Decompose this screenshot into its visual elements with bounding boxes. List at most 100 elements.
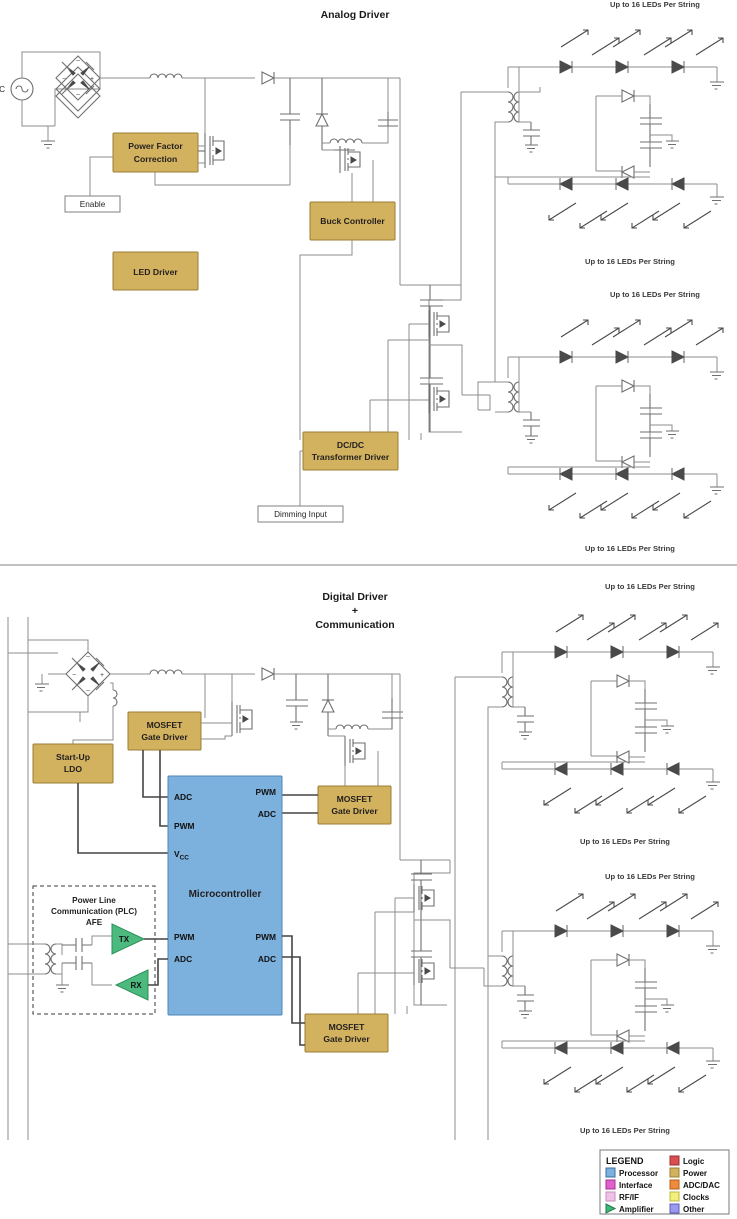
plc-tx-amplifier[interactable]: TX <box>111 923 146 955</box>
pfc-label-line2: Correction <box>134 154 177 164</box>
buck-diode <box>315 78 329 150</box>
led-string-a2-top <box>559 350 724 380</box>
hb-mosfet-low-digital <box>413 920 447 1006</box>
led-driver-block[interactable]: LED Driver <box>112 251 199 291</box>
analog-driver-section: Analog Driver AC ~ ~ <box>0 0 724 553</box>
legend-swatch-adcdac <box>669 1179 680 1190</box>
led-driver-label: LED Driver <box>133 267 178 277</box>
mcu-pin-right-adc-1: ADC <box>258 809 276 819</box>
hb-mosfet-low <box>428 345 462 433</box>
analog-driver-title: Analog Driver <box>321 9 390 21</box>
led-caption-d2-top: Up to 16 LEDs Per String <box>605 872 695 881</box>
led-output-stage-d1: Up to 16 LEDs Per String Up to 16 LEDs P… <box>454 582 720 1140</box>
gd2-label-line2: Gate Driver <box>331 806 378 816</box>
light-rays-d2-bottom <box>543 1066 707 1093</box>
legend-swatch-rfif <box>605 1191 616 1202</box>
led-caption-d2-bottom: Up to 16 LEDs Per String <box>580 1126 670 1135</box>
gd2-label-line1: MOSFET <box>337 794 374 804</box>
plc-title-1: Power Line <box>72 896 116 905</box>
legend-label-clocks: Clocks <box>683 1193 710 1202</box>
led-string-a1-top <box>559 60 724 90</box>
led-caption-a2-top: Up to 16 LEDs Per String <box>610 290 700 299</box>
legend-label-adcdac: ADC/DAC <box>683 1181 720 1190</box>
led-caption-a1-bottom: Up to 16 LEDs Per String <box>585 257 675 266</box>
schematic-page: Analog Driver AC ~ ~ <box>0 0 737 1219</box>
svg-text:~: ~ <box>86 654 90 661</box>
ldo-label-line1: Start-Up <box>56 752 90 762</box>
legend-label-processor: Processor <box>619 1169 658 1178</box>
buck-inductor <box>329 138 363 144</box>
plc-title-2: Communication (PLC) <box>51 907 137 916</box>
svg-text:~: ~ <box>86 688 90 695</box>
mcu-label: Microcontroller <box>189 889 262 900</box>
led-string-a2-bottom <box>558 467 724 495</box>
hb-mosfet-high-digital <box>413 860 451 920</box>
bulk-capacitor-digital <box>286 674 308 730</box>
light-rays-d1-top <box>555 614 719 641</box>
mosfet-gate-driver-2-block[interactable]: MOSFET Gate Driver <box>317 785 392 825</box>
legend-swatch-other <box>669 1203 680 1214</box>
led-output-stage-a2: Up to 16 LEDs Per String Up to 16 LEDs P… <box>477 290 724 553</box>
led-string-a1-bottom <box>558 177 724 205</box>
dimming-input-label: Dimming Input <box>274 510 328 519</box>
pfc-inductor-digital <box>149 669 183 675</box>
microcontroller-block[interactable]: Microcontroller ADC PWM VCC PWM ADC PWM … <box>167 775 283 1016</box>
pfc-output-diode <box>261 71 276 85</box>
legend-swatch-power <box>669 1167 680 1178</box>
svg-text:+: + <box>90 76 94 83</box>
plc-title-3: AFE <box>86 918 103 927</box>
light-rays-a2-top <box>560 319 724 346</box>
svg-text:−: − <box>62 76 66 83</box>
power-factor-correction-block[interactable]: Power Factor Correction <box>112 132 199 173</box>
bulk-capacitor <box>280 78 300 145</box>
light-rays-d1-bottom <box>543 787 707 814</box>
led-string-d2-top <box>554 924 720 954</box>
legend-swatch-processor <box>605 1167 616 1178</box>
mosfet-gate-driver-1-block[interactable]: MOSFET Gate Driver <box>127 711 202 751</box>
legend-label-logic: Logic <box>683 1157 705 1166</box>
gd1-label-line2: Gate Driver <box>141 732 188 742</box>
led-output-stage-a1: Up to 16 LEDs Per String Up to 16 LEDs P… <box>461 0 724 290</box>
pfc-mosfet-digital <box>201 674 253 740</box>
block-diagram-svg: Analog Driver AC ~ ~ <box>0 0 737 1215</box>
dcdc-label-line2: Transformer Driver <box>312 452 390 462</box>
led-output-stage-d2: Up to 16 LEDs Per String Up to 16 LEDs P… <box>483 872 720 1135</box>
legend-label-amplifier: Amplifier <box>619 1205 654 1214</box>
dimming-input-io[interactable]: Dimming Input <box>257 505 344 523</box>
buck-out-capacitor <box>378 112 398 127</box>
gd3-label-line2: Gate Driver <box>323 1034 370 1044</box>
hb-capacitor-top <box>420 285 443 345</box>
legend-swatch-clocks <box>669 1191 680 1202</box>
dcdc-transformer-driver-block[interactable]: DC/DC Transformer Driver <box>302 431 399 471</box>
dcdc-label-line1: DC/DC <box>337 440 364 450</box>
mosfet-gate-driver-3-block[interactable]: MOSFET Gate Driver <box>304 1013 389 1053</box>
buck-controller-block[interactable]: Buck Controller <box>309 201 396 241</box>
mcu-pin-left-pwm-1: PWM <box>174 821 194 831</box>
legend-label-power: Power <box>683 1169 707 1178</box>
bridge-rectifier-digital: ~ ~ − + <box>65 651 111 697</box>
light-rays-a1-top <box>560 29 724 56</box>
buck-mosfet-digital <box>328 735 379 790</box>
light-rays-d2-top <box>555 893 719 920</box>
led-string-d2-bottom <box>553 1041 720 1069</box>
light-rays-a1-bottom <box>548 202 712 229</box>
rx-label: RX <box>130 981 142 990</box>
mcu-pin-left-adc-1: ADC <box>174 792 192 802</box>
ac-source-label: AC <box>0 85 5 94</box>
mcu-pin-left-adc-2: ADC <box>174 954 192 964</box>
digital-driver-title-3: Communication <box>315 619 394 631</box>
mcu-pin-right-pwm-1: PWM <box>256 787 276 797</box>
hb-capacitor-bottom <box>420 345 443 432</box>
enable-io[interactable]: Enable <box>64 195 121 213</box>
buck-diode-digital <box>321 674 335 736</box>
gd1-label-line1: MOSFET <box>147 720 184 730</box>
led-caption-a1-top: Up to 16 LEDs Per String <box>610 0 700 9</box>
led-caption-a2-bottom: Up to 16 LEDs Per String <box>585 544 675 553</box>
pfc-label-line1: Power Factor <box>128 141 183 151</box>
svg-text:−: − <box>72 672 76 679</box>
light-rays-a2-bottom <box>548 492 712 519</box>
startup-ldo-block[interactable]: Start-Up LDO <box>32 743 114 784</box>
legend-label-rfif: RF/IF <box>619 1193 639 1202</box>
digital-driver-section: Digital Driver + Communication ~ ~ − + S… <box>7 582 720 1140</box>
plc-rx-amplifier[interactable]: RX <box>114 969 149 1001</box>
